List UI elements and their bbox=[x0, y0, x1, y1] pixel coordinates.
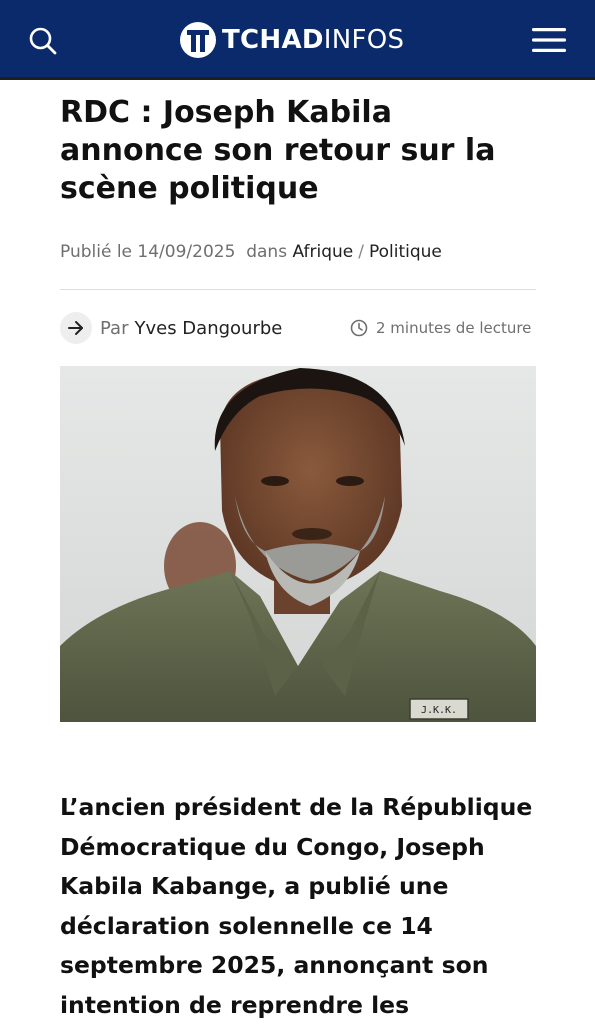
site-logo[interactable]: TCHAD INFOS bbox=[178, 20, 404, 60]
read-time-label: 2 minutes de lecture bbox=[376, 319, 532, 337]
byline: Par Yves Dangourbe bbox=[60, 312, 282, 344]
clock-icon bbox=[350, 319, 368, 337]
in-label: dans bbox=[246, 242, 288, 262]
category-link-afrique[interactable]: Afrique bbox=[292, 242, 353, 262]
article-meta: Publié le 14/09/2025 dans Afrique / Politi… bbox=[60, 242, 442, 262]
hamburger-menu-icon bbox=[532, 28, 566, 52]
top-nav-bar: TCHAD INFOS bbox=[0, 0, 595, 80]
logo-mark-icon bbox=[180, 22, 216, 58]
brand-name-light: INFOS bbox=[323, 25, 405, 55]
category-link-politique[interactable]: Politique bbox=[369, 242, 442, 262]
divider bbox=[60, 289, 536, 290]
search-icon bbox=[29, 27, 57, 55]
author-arrow-badge[interactable] bbox=[60, 312, 92, 344]
category-separator: / bbox=[358, 242, 364, 262]
article-photo: J.K.K. bbox=[60, 366, 536, 722]
portrait-illustration: J.K.K. bbox=[60, 366, 536, 722]
published-label: Publié le bbox=[60, 242, 133, 262]
published-date: 14/09/2025 bbox=[137, 242, 236, 262]
read-time: 2 minutes de lecture bbox=[350, 316, 531, 340]
article-lead: L’ancien président de la République Démo… bbox=[60, 793, 533, 1019]
uniform-badge-text: J.K.K. bbox=[421, 705, 457, 716]
author-link[interactable]: Yves Dangourbe bbox=[134, 318, 282, 339]
brand-name-bold: TCHAD bbox=[222, 25, 324, 55]
search-button[interactable] bbox=[28, 26, 58, 56]
article-title: RDC : Joseph Kabila annonce son retour s… bbox=[60, 95, 496, 206]
by-label: Par bbox=[100, 317, 129, 339]
arrow-right-icon bbox=[68, 321, 83, 335]
menu-button[interactable] bbox=[530, 25, 568, 55]
